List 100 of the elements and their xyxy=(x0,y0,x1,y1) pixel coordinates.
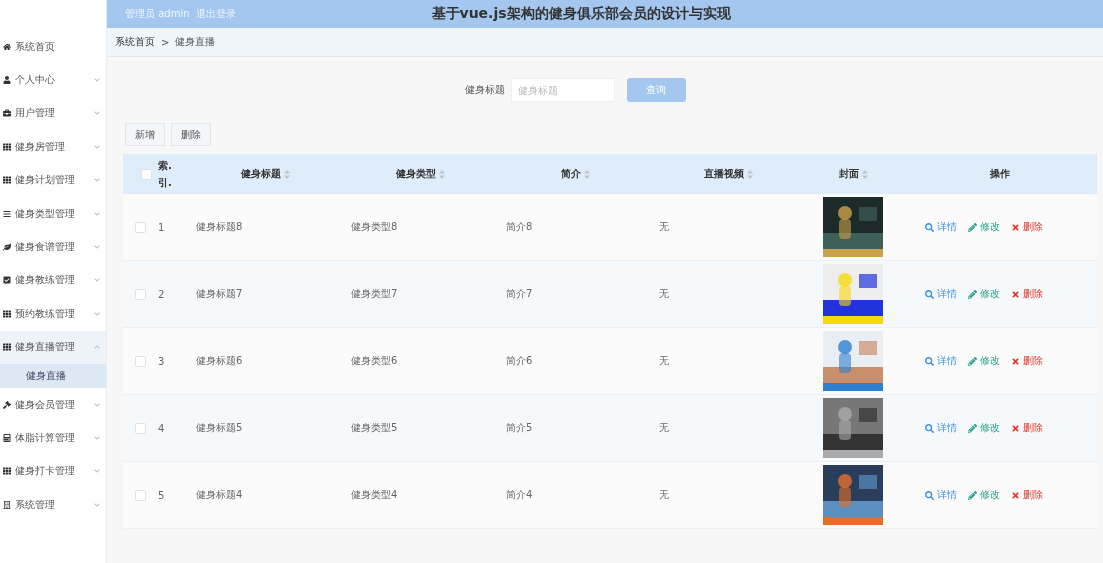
delete-button[interactable]: 删除 xyxy=(1011,287,1043,301)
menu-icon xyxy=(3,76,11,85)
chevron-down-icon xyxy=(94,143,100,150)
user-label: 管理员 admin xyxy=(125,7,190,21)
chevron-down-icon xyxy=(94,277,100,284)
pencil-icon xyxy=(968,356,977,366)
chevron-up-icon xyxy=(94,344,100,351)
close-icon xyxy=(1011,423,1020,433)
menu-icon xyxy=(3,142,11,151)
sidebar-item[interactable]: 体脂计算管理 xyxy=(0,421,106,455)
delete-button[interactable]: 删除 xyxy=(1011,354,1043,368)
search-field[interactable]: 健身标题 xyxy=(510,78,615,102)
delete-button[interactable]: 删除 xyxy=(171,123,211,146)
menu-icon xyxy=(3,467,11,476)
sidebar-item[interactable]: 用户管理 xyxy=(0,96,106,131)
sidebar-item[interactable]: 个人中心 xyxy=(0,63,106,97)
sort-icon[interactable] xyxy=(284,169,290,179)
table-cell: 健身标题4 xyxy=(196,488,243,502)
menu-icon xyxy=(3,42,11,51)
breadcrumb-item: 健身直播 xyxy=(175,35,216,49)
delete-button[interactable]: 删除 xyxy=(1011,220,1043,234)
table-cell: 4 xyxy=(158,422,165,434)
menu-icon xyxy=(3,500,11,509)
table-cell: 无 xyxy=(659,354,669,368)
row-checkbox[interactable] xyxy=(135,489,146,501)
table-cell: 1 xyxy=(158,221,165,233)
menu-icon xyxy=(3,343,11,352)
pencil-icon xyxy=(968,222,977,232)
delete-button[interactable]: 删除 xyxy=(1011,421,1043,435)
view-button[interactable]: 详情 xyxy=(925,220,957,234)
sidebar-item[interactable]: 健身打卡管理 xyxy=(0,454,106,489)
pencil-icon xyxy=(968,490,977,500)
row-checkbox[interactable] xyxy=(135,221,146,233)
table-cell: 无 xyxy=(659,220,669,234)
chevron-down-icon xyxy=(94,210,100,217)
table-cell: 健身标题7 xyxy=(196,287,243,301)
table-cell: 简介4 xyxy=(506,488,533,502)
chevron-down-icon xyxy=(94,468,100,475)
sidebar-item[interactable]: 预约教练管理 xyxy=(0,297,106,331)
sort-icon[interactable] xyxy=(584,169,590,179)
view-button[interactable]: 详情 xyxy=(925,488,957,502)
column-header: 索.引. xyxy=(158,159,173,190)
column-header: 操作 xyxy=(990,167,1010,181)
close-icon xyxy=(1011,289,1020,299)
sidebar-item[interactable]: 健身类型管理 xyxy=(0,196,106,231)
close-icon xyxy=(1011,222,1020,232)
chevron-down-icon xyxy=(94,435,100,441)
pencil-icon xyxy=(968,289,977,299)
chevron-down-icon xyxy=(94,77,100,84)
sort-icon[interactable] xyxy=(861,169,868,179)
sidebar-item[interactable]: 系统首页 xyxy=(0,30,106,64)
sort-icon[interactable] xyxy=(439,169,445,179)
view-button[interactable]: 详情 xyxy=(925,287,957,301)
row-checkbox[interactable] xyxy=(135,288,146,300)
breadcrumb-item[interactable]: 系统首页 xyxy=(115,35,155,49)
view-button[interactable]: 详情 xyxy=(925,421,957,435)
column-header: 健身标题 xyxy=(241,167,281,181)
table-cell: 健身类型4 xyxy=(351,488,398,502)
delete-button[interactable]: 删除 xyxy=(1011,488,1043,502)
sidebar-item[interactable]: 健身房管理 xyxy=(0,130,106,164)
sidebar-item[interactable]: 健身教练管理 xyxy=(0,263,106,298)
search-icon xyxy=(925,222,934,232)
sidebar-item[interactable]: 健身计划管理 xyxy=(0,163,106,197)
table-cell: 简介7 xyxy=(506,287,533,301)
chevron-down-icon xyxy=(94,244,100,251)
row-checkbox[interactable] xyxy=(135,355,146,367)
sidebar-item[interactable]: 健身食谱管理 xyxy=(0,230,106,264)
sidebar-item[interactable]: 健身会员管理 xyxy=(0,387,106,422)
search-icon xyxy=(925,423,934,433)
table-cell: 健身类型8 xyxy=(351,220,398,234)
chevron-down-icon xyxy=(94,110,100,117)
table-cell: 无 xyxy=(659,488,669,502)
search-label: 健身标题 xyxy=(464,83,505,97)
table-cell: 3 xyxy=(158,355,165,367)
view-button[interactable]: 详情 xyxy=(925,354,957,368)
select-all-checkbox[interactable] xyxy=(141,168,152,180)
chevron-down-icon xyxy=(94,501,100,508)
breadcrumb-separator: > xyxy=(161,36,170,48)
table-cell: 简介6 xyxy=(506,354,533,368)
sidebar-item[interactable]: 系统管理 xyxy=(0,488,106,522)
column-header: 封面 xyxy=(838,167,859,181)
add-button[interactable]: 新增 xyxy=(125,123,165,146)
table-cell: 简介8 xyxy=(506,220,533,234)
menu-icon xyxy=(3,434,11,442)
search-icon xyxy=(925,356,934,366)
close-icon xyxy=(1011,490,1020,500)
table-cell: 健身标题8 xyxy=(196,220,243,234)
column-header: 简介 xyxy=(561,167,581,181)
sidebar-item[interactable]: 健身直播管理 xyxy=(0,330,106,364)
chevron-down-icon xyxy=(94,177,100,184)
chevron-down-icon xyxy=(94,310,100,317)
sort-icon[interactable] xyxy=(746,169,753,179)
menu-icon xyxy=(3,109,11,118)
sidebar-subitem[interactable]: 健身直播 xyxy=(0,363,106,388)
table-cell: 2 xyxy=(158,288,165,300)
search-icon xyxy=(925,289,934,299)
menu-icon xyxy=(3,243,11,252)
close-icon xyxy=(1011,356,1020,366)
table-cell: 健身标题6 xyxy=(196,354,243,368)
row-checkbox[interactable] xyxy=(135,422,146,434)
